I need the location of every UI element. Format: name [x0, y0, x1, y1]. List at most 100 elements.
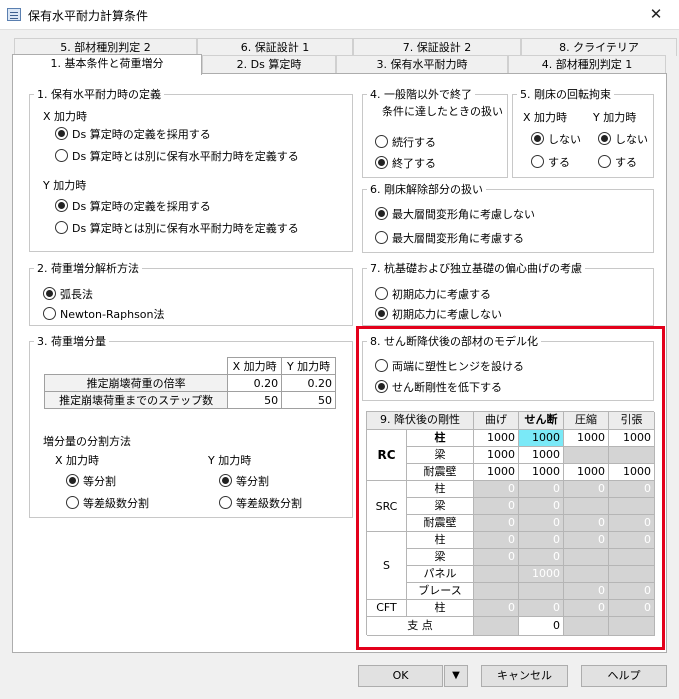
g6-opt1-radio[interactable] — [375, 207, 388, 220]
ok-dropdown-button[interactable]: ▼ — [444, 665, 468, 687]
g8-opt2-radio[interactable] — [375, 380, 388, 393]
rc-beam-shear[interactable]: 1000 — [519, 447, 564, 464]
help-button[interactable]: ヘルプ — [581, 665, 667, 687]
s-brace-shear — [519, 583, 564, 600]
rc-col-bending[interactable]: 1000 — [474, 430, 519, 447]
inc-row2-y[interactable]: 50 — [281, 391, 336, 409]
split-y-diff-radio[interactable] — [219, 496, 232, 509]
src-col-shear: 0 — [519, 481, 564, 498]
g5-y-no-radio[interactable] — [598, 132, 611, 145]
g4-opt1-radio[interactable] — [375, 135, 388, 148]
triangle-down-icon: ▼ — [452, 670, 460, 681]
split-y-diff-label: 等差級数分割 — [236, 497, 302, 510]
rc-beam-compression — [564, 447, 609, 464]
g1-y-opt1-radio[interactable] — [55, 199, 68, 212]
col-tension: 引張 — [609, 412, 655, 430]
g5-y-yes-radio[interactable] — [598, 155, 611, 168]
group-s: S — [367, 532, 407, 600]
tab-horizontal-capacity[interactable]: 3. 保有水平耐力時 — [336, 55, 508, 73]
group-analysis-method-title: 2. 荷重増分解析方法 — [37, 262, 139, 275]
src-beam-tension — [609, 498, 655, 515]
rc-wall-compression[interactable]: 1000 — [564, 464, 609, 481]
g5-x-yes-radio[interactable] — [531, 155, 544, 168]
group-rigid-floor-release-title: 6. 剛床解除部分の扱い — [370, 183, 483, 196]
g5-x-no-radio[interactable] — [531, 132, 544, 145]
rc-col-shear[interactable]: 1000 — [519, 430, 564, 447]
s-panel-shear: 1000 — [519, 566, 564, 583]
g5-y-no-label: しない — [615, 133, 648, 146]
rc-col-tension[interactable]: 1000 — [609, 430, 655, 447]
inc-row1-x[interactable]: 0.20 — [227, 374, 283, 392]
inc-col-y: Y 加力時 — [281, 357, 336, 375]
g2-opt2-label: Newton-Raphson法 — [60, 308, 165, 321]
g1-y-opt1-label: Ds 算定時の定義を採用する — [72, 200, 211, 213]
g2-opt1-label: 弧長法 — [60, 288, 93, 301]
stiffness-grid: 9. 降伏後の剛性 曲げ せん断 圧縮 引張 RC SRC S CFT 支 点 … — [366, 411, 655, 636]
row-s-beam: 梁 — [407, 549, 474, 566]
split-x-label: X 加力時 — [55, 454, 100, 467]
g2-opt1-radio[interactable] — [43, 287, 56, 300]
g6-opt2-radio[interactable] — [375, 231, 388, 244]
g1-y-opt2-label: Ds 算定時とは別に保有水平耐力時を定義する — [72, 222, 299, 235]
g7-opt1-radio[interactable] — [375, 287, 388, 300]
g8-opt1-label: 両端に塑性ヒンジを設ける — [392, 360, 524, 373]
split-x-diff-label: 等差級数分割 — [83, 497, 149, 510]
group-shear-yield-model-title: 8. せん断降伏後の部材のモデル化 — [370, 335, 538, 348]
rc-wall-bending[interactable]: 1000 — [474, 464, 519, 481]
src-col-bending: 0 — [474, 481, 519, 498]
g1-y-opt2-radio[interactable] — [55, 221, 68, 234]
inc-row1-label: 推定崩壊荷重の倍率 — [43, 374, 229, 392]
g4-opt2-radio[interactable] — [375, 156, 388, 169]
support-shear[interactable]: 0 — [519, 617, 564, 636]
row-rc-column: 柱 — [407, 430, 474, 447]
g4-opt2-label: 終了する — [392, 157, 436, 170]
rc-wall-tension[interactable]: 1000 — [609, 464, 655, 481]
g1-x-opt1-radio[interactable] — [55, 127, 68, 140]
g1-x-opt1-label: Ds 算定時の定義を採用する — [72, 128, 211, 141]
g7-opt2-label: 初期応力に考慮しない — [392, 308, 502, 321]
close-button[interactable]: ✕ — [633, 0, 679, 30]
src-beam-compression — [564, 498, 609, 515]
src-col-compression: 0 — [564, 481, 609, 498]
inc-row2-x[interactable]: 50 — [227, 391, 283, 409]
split-x-diff-radio[interactable] — [66, 496, 79, 509]
g2-opt2-radio[interactable] — [43, 307, 56, 320]
cft-col-tension: 0 — [609, 600, 655, 617]
tab-criteria[interactable]: 8. クライテリア — [521, 38, 677, 56]
s-brace-bending — [474, 583, 519, 600]
tab-ds-calc[interactable]: 2. Ds 算定時 — [202, 55, 336, 73]
support-compression — [564, 617, 609, 636]
inc-row1-y[interactable]: 0.20 — [281, 374, 336, 392]
split-x-equal-radio[interactable] — [66, 474, 79, 487]
group-cft: CFT — [367, 600, 407, 617]
row-src-beam: 梁 — [407, 498, 474, 515]
g5-y-yes-label: する — [615, 156, 637, 169]
s-panel-bending — [474, 566, 519, 583]
rc-beam-bending[interactable]: 1000 — [474, 447, 519, 464]
g6-opt2-label: 最大層間変形角に考慮する — [392, 232, 524, 245]
rc-col-compression[interactable]: 1000 — [564, 430, 609, 447]
split-y-equal-label: 等分割 — [236, 475, 269, 488]
tab-basic-conditions[interactable]: 1. 基本条件と荷重増分 — [12, 54, 202, 75]
s-panel-compression — [564, 566, 609, 583]
ok-button[interactable]: OK — [358, 665, 443, 687]
s-beam-shear: 0 — [519, 549, 564, 566]
src-wall-shear: 0 — [519, 515, 564, 532]
cft-col-compression: 0 — [564, 600, 609, 617]
g5-x-label: X 加力時 — [523, 111, 568, 124]
tab-guarantee-1[interactable]: 6. 保証設計 1 — [197, 38, 353, 56]
g7-opt2-radio[interactable] — [375, 307, 388, 320]
split-y-equal-radio[interactable] — [219, 474, 232, 487]
col-shear: せん断 — [519, 412, 564, 430]
rc-wall-shear[interactable]: 1000 — [519, 464, 564, 481]
tab-guarantee-2[interactable]: 7. 保証設計 2 — [353, 38, 521, 56]
src-beam-shear: 0 — [519, 498, 564, 515]
tab-member-type-1[interactable]: 4. 部材種別判定 1 — [508, 55, 666, 73]
g4-opt1-label: 続行する — [392, 136, 436, 149]
g1-x-opt2-radio[interactable] — [55, 149, 68, 162]
s-brace-compression: 0 — [564, 583, 609, 600]
split-x-equal-label: 等分割 — [83, 475, 116, 488]
cancel-button[interactable]: キャンセル — [481, 665, 568, 687]
group-eccentric-bending-title: 7. 杭基礎および独立基礎の偏心曲げの考慮 — [370, 262, 582, 275]
g8-opt1-radio[interactable] — [375, 359, 388, 372]
